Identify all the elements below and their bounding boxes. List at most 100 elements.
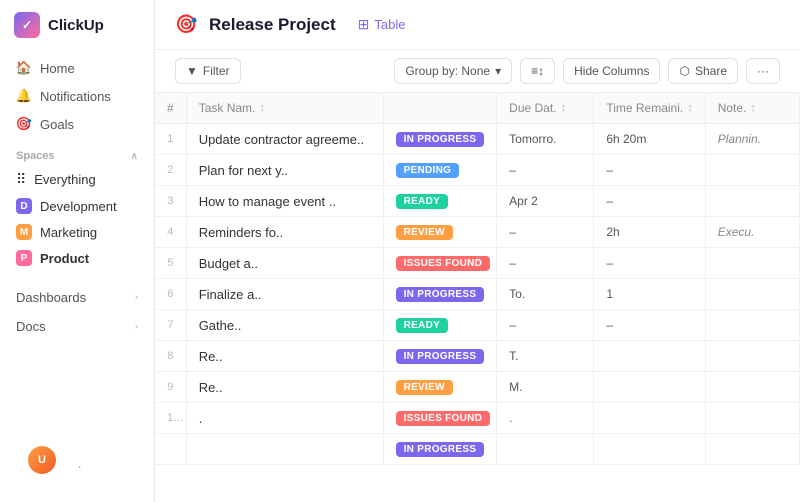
filter-button[interactable]: ▼ Filter [175,58,241,84]
toolbar-right: Group by: None ▾ ≡↕ Hide Columns ⬡ Share… [394,58,780,84]
cell-time-10 [594,434,705,465]
col-header-time[interactable]: Time Remaini.↕ [594,93,705,124]
more-options-button[interactable]: ··· [746,58,780,84]
cell-status-3[interactable]: REVIEW [383,217,497,248]
spaces-list: ⠿ Everything D Development M Marketing P… [0,166,154,271]
spaces-collapse-icon[interactable]: ∧ [131,151,138,162]
sidebar-item-everything[interactable]: ⠿ Everything [8,166,146,193]
table-row[interactable]: 8 Re.. IN PROGRESS T. [155,341,800,372]
col-header-task[interactable]: Task Nam.↕ [186,93,383,124]
cell-notes-9 [705,403,799,434]
table-row[interactable]: 4 Reminders fo.. REVIEW – 2h Execu. [155,217,800,248]
cell-status-5[interactable]: IN PROGRESS [383,279,497,310]
cell-task-4[interactable]: Budget a.. [186,248,383,279]
table-row[interactable]: 1 Update contractor agreeme.. IN PROGRES… [155,124,800,155]
share-icon: ⬡ [679,64,689,78]
cell-due-10 [497,434,594,465]
cell-status-7[interactable]: IN PROGRESS [383,341,497,372]
cell-num-4: 5 [155,248,186,279]
sort-button[interactable]: ≡↕ [520,58,555,84]
development-dot: D [16,198,32,214]
cell-notes-1 [705,155,799,186]
sidebar-item-goals[interactable]: 🎯 Goals [8,110,146,138]
table-row[interactable]: 6 Finalize a.. IN PROGRESS To. 1 [155,279,800,310]
user-avatar: U [28,446,56,474]
group-by-button[interactable]: Group by: None ▾ [394,58,512,84]
cell-task-7[interactable]: Re.. [186,341,383,372]
cell-task-6[interactable]: Gathe.. [186,310,383,341]
col-header-due[interactable]: Due Dat.↕ [497,93,594,124]
cell-task-1[interactable]: Plan for next y.. [186,155,383,186]
table-row[interactable]: 3 How to manage event .. READY Apr 2 – [155,186,800,217]
cell-status-10[interactable]: IN PROGRESS [383,434,497,465]
table-row[interactable]: 5 Budget a.. ISSUES FOUND – – [155,248,800,279]
cell-time-2: – [594,186,705,217]
cell-task-2[interactable]: How to manage event .. [186,186,383,217]
cell-due-8: M. [497,372,594,403]
cell-time-4: – [594,248,705,279]
user-name: . [78,457,81,471]
sidebar-item-product[interactable]: P Product [8,245,146,271]
cell-status-2[interactable]: READY [383,186,497,217]
status-badge-4: ISSUES FOUND [396,256,491,271]
cell-task-10[interactable] [186,434,383,465]
status-badge-1: PENDING [396,163,460,178]
status-badge-8: REVIEW [396,380,453,395]
cell-notes-2 [705,186,799,217]
marketing-dot: M [16,224,32,240]
cell-task-8[interactable]: Re.. [186,372,383,403]
cell-status-1[interactable]: PENDING [383,155,497,186]
task-sort-icon: ↕ [259,102,265,114]
cell-task-9[interactable]: . [186,403,383,434]
sidebar-item-everything-label: Everything [34,172,95,187]
sidebar-item-development[interactable]: D Development [8,193,146,219]
table-row[interactable]: IN PROGRESS [155,434,800,465]
cell-status-9[interactable]: ISSUES FOUND [383,403,497,434]
sidebar-item-dashboards[interactable]: Dashboards › [0,283,154,312]
user-area[interactable]: U . [0,438,154,490]
sidebar-item-dashboards-label: Dashboards [16,290,86,305]
product-dot: P [16,250,32,266]
cell-notes-8 [705,372,799,403]
cell-task-5[interactable]: Finalize a.. [186,279,383,310]
sidebar-item-marketing[interactable]: M Marketing [8,219,146,245]
cell-time-8 [594,372,705,403]
main-content: 🎯 Release Project ⊞ Table ▼ Filter Group… [155,0,800,502]
sidebar-item-notifications-label: Notifications [40,89,111,104]
sidebar-item-docs[interactable]: Docs › [0,312,154,341]
more-options-icon: ··· [757,64,769,78]
group-by-label: Group by: None [405,64,490,78]
cell-due-1: – [497,155,594,186]
table-row[interactable]: 9 Re.. REVIEW M. [155,372,800,403]
table-view-label: Table [374,17,405,32]
cell-status-8[interactable]: REVIEW [383,372,497,403]
col-header-notes[interactable]: Note.↕ [705,93,799,124]
status-badge-5: IN PROGRESS [396,287,485,302]
hide-columns-button[interactable]: Hide Columns [563,58,660,84]
table-view-tab[interactable]: ⊞ Table [348,12,416,37]
cell-task-0[interactable]: Update contractor agreeme.. [186,124,383,155]
sidebar-item-home[interactable]: 🏠 Home [8,54,146,82]
goals-icon: 🎯 [16,116,32,132]
cell-task-3[interactable]: Reminders fo.. [186,217,383,248]
share-button[interactable]: ⬡ Share [668,58,738,84]
table-row[interactable]: 7 Gathe.. READY – – [155,310,800,341]
project-icon: 🎯 [175,14,197,36]
everything-icon: ⠿ [16,171,26,188]
status-badge-2: READY [396,194,449,209]
status-badge-9: ISSUES FOUND [396,411,491,426]
cell-status-0[interactable]: IN PROGRESS [383,124,497,155]
table-row[interactable]: 10 . ISSUES FOUND . [155,403,800,434]
cell-notes-7 [705,341,799,372]
table-row[interactable]: 2 Plan for next y.. PENDING – – [155,155,800,186]
cell-due-2: Apr 2 [497,186,594,217]
sidebar: ✓ ClickUp 🏠 Home 🔔 Notifications 🎯 Goals… [0,0,155,502]
cell-status-4[interactable]: ISSUES FOUND [383,248,497,279]
sidebar-item-notifications[interactable]: 🔔 Notifications [8,82,146,110]
cell-status-6[interactable]: READY [383,310,497,341]
table-view-icon: ⊞ [358,16,370,33]
logo-icon: ✓ [14,12,40,38]
filter-label: Filter [203,64,230,78]
toolbar: ▼ Filter Group by: None ▾ ≡↕ Hide Column… [155,50,800,93]
cell-num-5: 6 [155,279,186,310]
